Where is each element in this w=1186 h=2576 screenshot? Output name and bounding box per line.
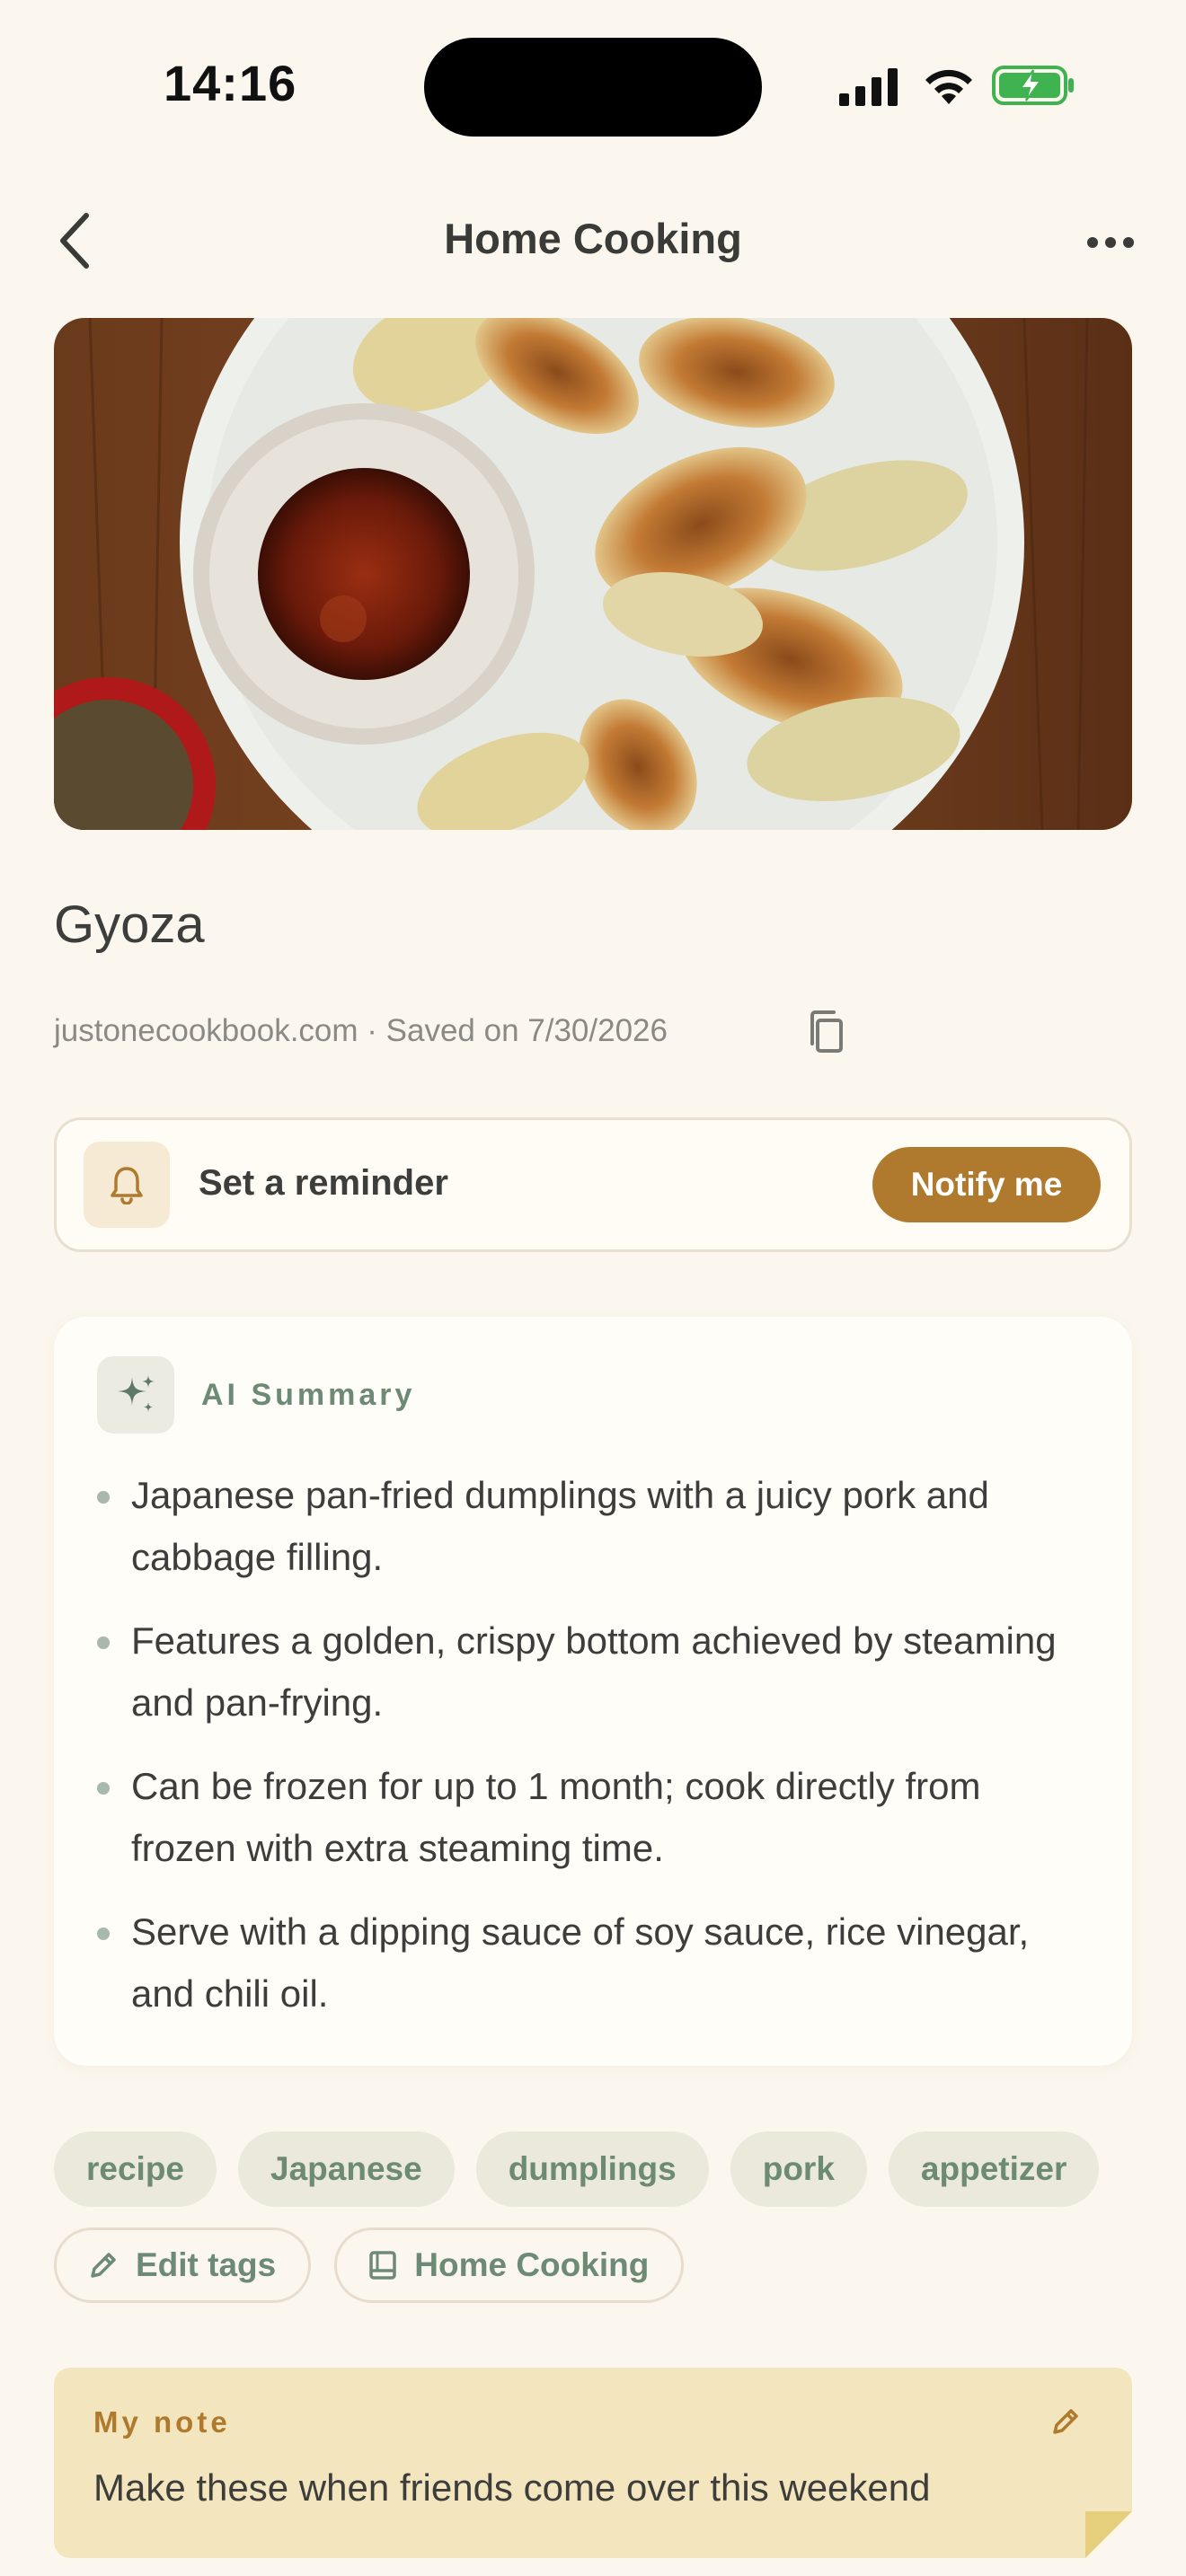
bullet-dot [97, 1491, 110, 1504]
reminder-card: Set a reminder Notify me [54, 1117, 1132, 1252]
summary-bullet: Serve with a dipping sauce of soy sauce,… [97, 1901, 1094, 2025]
ai-summary-label: AI Summary [201, 1378, 416, 1412]
battery-charging-icon [992, 66, 1074, 105]
ai-summary-list: Japanese pan-fried dumplings with a juic… [97, 1464, 1094, 2046]
status-time: 14:16 [164, 55, 297, 111]
summary-bullet: Japanese pan-fried dumplings with a juic… [97, 1464, 1094, 1588]
recipe-title: Gyoza [54, 895, 205, 954]
note-text: Make these when friends come over this w… [93, 2466, 931, 2509]
ellipsis-icon [1087, 237, 1134, 248]
copy-link-button[interactable] [805, 1010, 848, 1054]
wifi-icon [925, 69, 972, 104]
bullet-dot [97, 1782, 110, 1795]
saved-date: Saved on 7/30/2026 [385, 1013, 668, 1048]
cellular-signal-icon [839, 68, 898, 106]
bullet-dot [97, 1928, 110, 1940]
edit-note-button[interactable] [1046, 2402, 1085, 2441]
source-link[interactable]: justonecookbook.com [54, 1013, 358, 1049]
summary-bullet-text: Features a golden, crispy bottom achieve… [131, 1619, 1057, 1724]
edit-tags-button[interactable]: Edit tags [54, 2228, 312, 2303]
recipe-photo [54, 318, 1132, 830]
summary-bullet-text: Japanese pan-fried dumplings with a juic… [131, 1474, 989, 1578]
tags-row: recipe Japanese dumplings pork appetizer [54, 2131, 1100, 2207]
tag-chip[interactable]: appetizer [888, 2131, 1100, 2207]
note-fold-corner [1085, 2511, 1132, 2558]
page-title: Home Cooking [444, 215, 742, 262]
edit-tags-label: Edit tags [136, 2246, 277, 2283]
tag-chip[interactable]: dumplings [475, 2131, 709, 2207]
tag-chip[interactable]: Japanese [238, 2131, 455, 2207]
collection-label: Home Cooking [414, 2246, 650, 2283]
reminder-label: Set a reminder [199, 1163, 448, 1203]
tag-chip[interactable]: recipe [54, 2131, 217, 2207]
ai-summary-card: AI Summary Japanese pan-fried dumplings … [54, 1317, 1132, 2066]
recipe-meta: justonecookbook.com · Saved on 7/30/2026 [54, 1011, 668, 1051]
collection-button[interactable]: Home Cooking [334, 2228, 685, 2303]
book-icon [369, 2251, 396, 2280]
summary-bullet-text: Serve with a dipping sauce of soy sauce,… [131, 1910, 1030, 2015]
notify-me-button[interactable]: Notify me [872, 1147, 1101, 1222]
pencil-icon [1053, 2409, 1078, 2434]
summary-bullet-text: Can be frozen for up to 1 month; cook di… [131, 1765, 981, 1869]
meta-separator: · [358, 1013, 386, 1048]
tag-actions-row: Edit tags Home Cooking [54, 2228, 685, 2303]
summary-bullet: Features a golden, crispy bottom achieve… [97, 1610, 1094, 1734]
more-button[interactable] [1084, 225, 1137, 260]
sparkle-icon [118, 1375, 155, 1412]
bullet-dot [97, 1636, 110, 1649]
summary-bullet: Can be frozen for up to 1 month; cook di… [97, 1755, 1094, 1879]
note-label: My note [93, 2405, 231, 2439]
pencil-icon [91, 2253, 116, 2278]
bell-icon-box [84, 1142, 170, 1228]
dynamic-island [424, 38, 762, 137]
copy-icon [810, 1010, 843, 1053]
bell-icon [111, 1167, 143, 1204]
status-bar: 14:16 [0, 0, 1186, 171]
note-card: My note Make these when friends come ove… [54, 2368, 1132, 2558]
tag-chip[interactable]: pork [730, 2131, 867, 2207]
sparkle-icon-box [97, 1356, 174, 1434]
